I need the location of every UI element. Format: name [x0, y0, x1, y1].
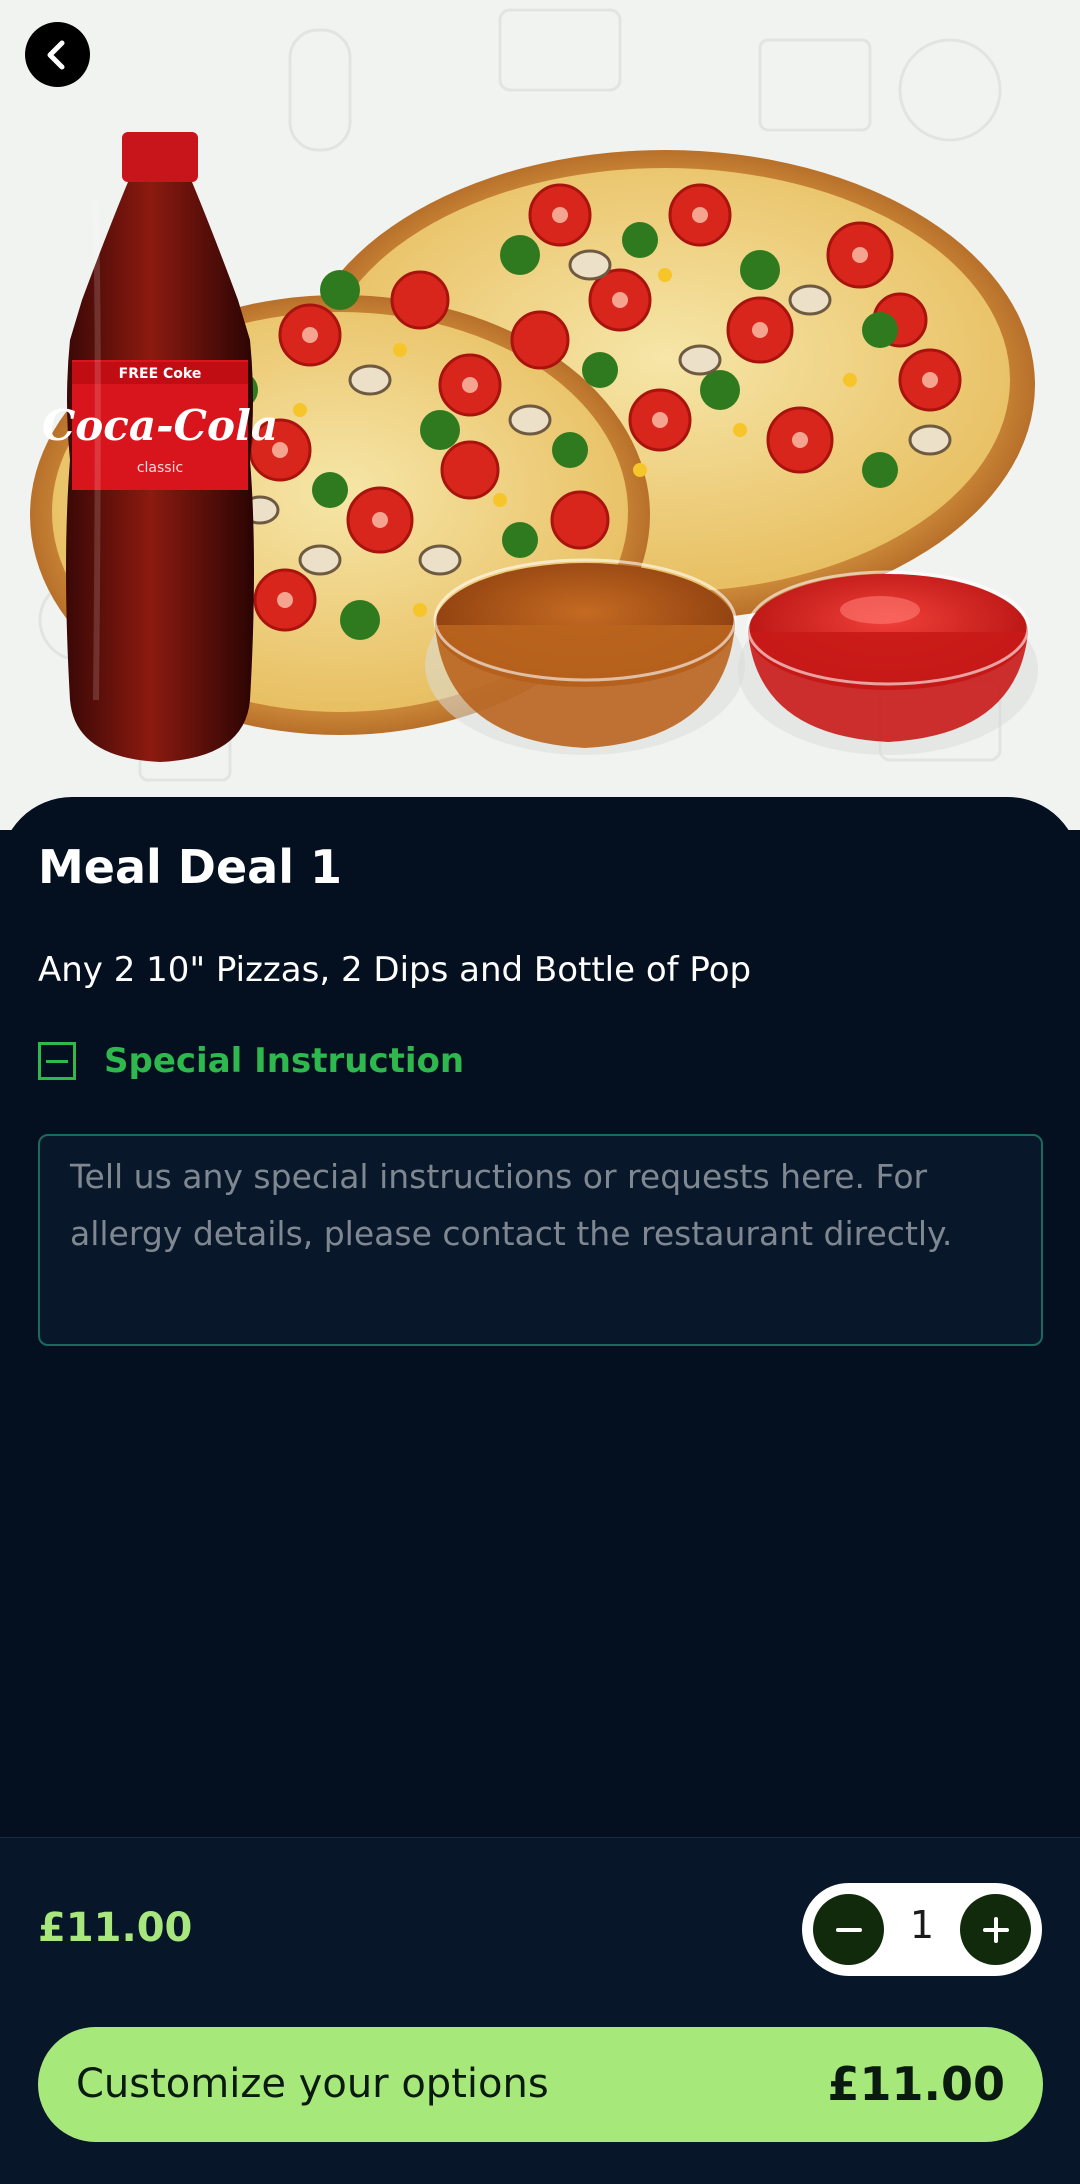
plus-icon: [982, 1916, 1009, 1943]
customize-options-button[interactable]: Customize your options £11.00: [38, 2027, 1043, 2142]
special-instruction-toggle[interactable]: Special Instruction: [38, 1038, 464, 1084]
bottle-sub-text: classic: [137, 460, 183, 476]
meal-deal-photo: FREE Coke Coca-Cola classic: [30, 8, 1038, 782]
special-instruction-input[interactable]: [38, 1134, 1043, 1346]
back-button[interactable]: [25, 22, 90, 87]
decrease-quantity-button[interactable]: [813, 1894, 884, 1965]
special-instruction-label: Special Instruction: [104, 1041, 465, 1081]
bottle-brand-text: Coca-Cola: [42, 401, 278, 450]
chevron-left-icon: [47, 40, 64, 69]
item-description: Any 2 10" Pizzas, 2 Dips and Bottle of P…: [38, 950, 752, 990]
quantity-value: 1: [909, 1903, 935, 1947]
item-price: £11.00: [38, 1905, 193, 1951]
increase-quantity-button[interactable]: [960, 1894, 1031, 1965]
hero-image: FREE Coke Coca-Cola classic: [0, 0, 1080, 830]
bottle-banner-text: FREE Coke: [119, 366, 202, 382]
minus-icon: [835, 1927, 862, 1932]
customize-options-label: Customize your options: [76, 2061, 549, 2107]
quantity-stepper: 1: [802, 1883, 1042, 1976]
minus-square-icon: [38, 1042, 76, 1080]
item-title: Meal Deal 1: [38, 840, 343, 894]
customize-options-price: £11.00: [827, 2057, 1005, 2111]
